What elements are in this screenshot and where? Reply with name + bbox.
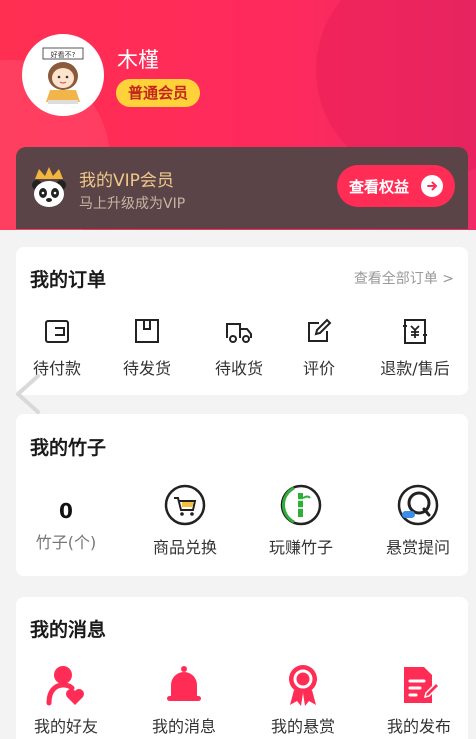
bamboo-balance[interactable]: 0 竹子(个) — [21, 499, 111, 553]
bamboo-card: 我的竹子 0 竹子(个) 商品兑换 玩赚竹子 悬赏提问 — [16, 414, 468, 576]
username: 木槿 — [117, 48, 159, 72]
back-chevron-icon[interactable] — [8, 372, 48, 416]
order-pending-payment[interactable]: 待付款 — [12, 317, 102, 379]
edit-icon — [308, 318, 332, 342]
bamboo-item-label: 悬赏提问 — [385, 538, 450, 557]
truck-icon — [226, 323, 252, 343]
order-item-label: 待收货 — [214, 359, 263, 378]
order-review[interactable]: 评价 — [274, 317, 364, 379]
my-bounties[interactable]: 我的悬赏 — [258, 663, 348, 737]
vip-title: 我的VIP会员 — [79, 171, 174, 191]
order-refund[interactable]: 退款/售后 — [370, 317, 460, 379]
vip-subtitle: 马上升级成为VIP — [79, 196, 186, 212]
bamboo-icon — [280, 484, 322, 526]
message-item-label: 我的发布 — [386, 717, 451, 736]
message-item-label: 我的悬赏 — [270, 717, 335, 736]
order-pending-receipt[interactable]: 待收货 — [194, 317, 284, 379]
publish-icon — [404, 667, 440, 703]
friend-icon — [46, 666, 84, 706]
award-icon — [289, 665, 317, 706]
view-all-orders-link[interactable]: 查看全部订单 > — [354, 268, 454, 288]
my-friends[interactable]: 我的好友 — [21, 663, 111, 737]
cart-icon — [164, 484, 206, 526]
product-exchange[interactable]: 商品兑换 — [140, 484, 230, 558]
arrow-right-icon — [421, 175, 443, 197]
message-item-label: 我的好友 — [33, 717, 98, 736]
bamboo-count: 0 — [59, 499, 73, 523]
vip-banner[interactable]: 我的VIP会员 马上升级成为VIP 查看权益 — [16, 147, 468, 229]
bounty-question[interactable]: 悬赏提问 — [373, 484, 463, 558]
my-publications[interactable]: 我的发布 — [374, 663, 464, 737]
orders-title: 我的订单 — [30, 269, 107, 291]
earn-bamboo[interactable]: 玩赚竹子 — [256, 484, 346, 558]
bell-icon — [167, 666, 201, 701]
order-item-label: 评价 — [302, 359, 335, 378]
panda-crown-icon — [32, 167, 66, 207]
avatar-caption: 好看不? — [51, 50, 76, 59]
wallet-icon — [45, 320, 69, 343]
order-item-label: 待发货 — [122, 359, 171, 378]
orders-card: 我的订单 查看全部订单 > 待付款 待发货 待收货 评价 退款/售后 — [16, 247, 468, 395]
bamboo-title: 我的竹子 — [30, 437, 107, 459]
order-item-label: 退款/售后 — [380, 359, 450, 378]
avatar[interactable]: 好看不? — [22, 34, 104, 116]
question-icon — [397, 484, 439, 526]
package-icon — [135, 319, 159, 343]
bamboo-item-label: 玩赚竹子 — [268, 538, 333, 557]
bamboo-item-label: 商品兑换 — [152, 538, 217, 557]
member-level-badge[interactable]: 普通会员 — [116, 79, 201, 107]
order-pending-shipment[interactable]: 待发货 — [102, 317, 192, 379]
avatar-girl-icon: 好看不? — [42, 47, 84, 104]
bamboo-count-label: 竹子(个) — [35, 533, 97, 552]
view-benefits-button[interactable]: 查看权益 — [337, 165, 455, 207]
view-benefits-label: 查看权益 — [349, 177, 410, 196]
refund-icon — [403, 319, 427, 344]
messages-card: 我的消息 我的好友 我的消息 我的悬赏 我的发布 — [16, 597, 468, 739]
messages-title: 我的消息 — [30, 619, 107, 641]
my-messages[interactable]: 我的消息 — [139, 663, 229, 737]
message-item-label: 我的消息 — [151, 717, 216, 736]
